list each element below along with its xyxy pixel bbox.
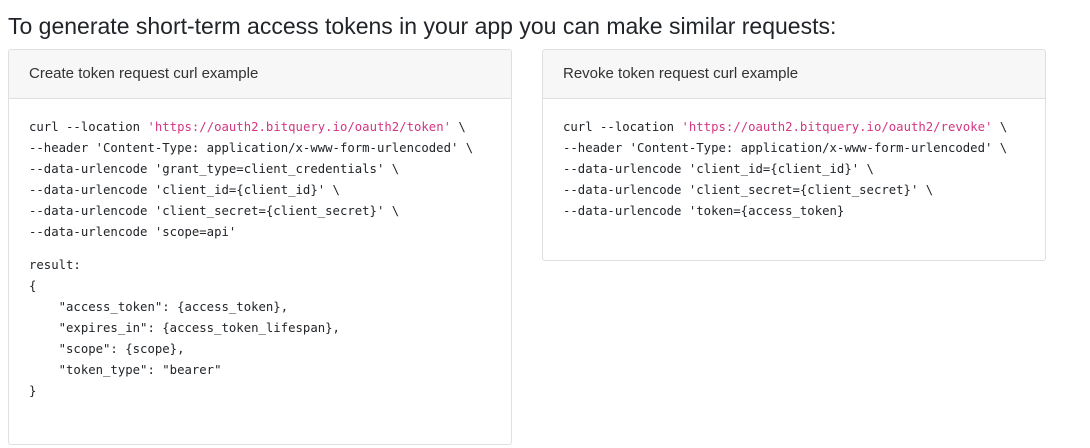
revoke-token-code-block[interactable]: curl --location 'https://oauth2.bitquery… xyxy=(563,117,1025,222)
code-line: --data-urlencode 'client_secret={client_… xyxy=(29,204,400,218)
curl-command: curl --location xyxy=(563,120,682,134)
code-line: --data-urlencode 'client_id={client_id}'… xyxy=(563,162,874,176)
line-continuation: \ xyxy=(992,120,1008,134)
revoke-token-url: 'https://oauth2.bitquery.io/oauth2/revok… xyxy=(681,120,993,134)
result-line: "access_token": {access_token}, xyxy=(29,300,289,314)
code-line: --data-urlencode 'grant_type=client_cred… xyxy=(29,162,400,176)
page-heading: To generate short-term access tokens in … xyxy=(8,13,837,39)
revoke-token-card-title: Revoke token request curl example xyxy=(543,50,1045,99)
code-line: --data-urlencode 'token={access_token} xyxy=(563,204,845,218)
code-line: --header 'Content-Type: application/x-ww… xyxy=(563,141,1008,155)
result-line: "token_type": "bearer" xyxy=(29,363,222,377)
result-line: } xyxy=(29,384,37,398)
create-token-card: Create token request curl example curl -… xyxy=(8,49,512,445)
code-gap xyxy=(29,243,491,255)
create-token-card-title: Create token request curl example xyxy=(9,50,511,99)
result-line: result: xyxy=(29,258,81,272)
code-line: --header 'Content-Type: application/x-ww… xyxy=(29,141,474,155)
create-token-code-block[interactable]: curl --location 'https://oauth2.bitquery… xyxy=(29,117,491,402)
create-token-card-body: curl --location 'https://oauth2.bitquery… xyxy=(9,99,511,402)
line-continuation: \ xyxy=(451,120,466,134)
code-line: --data-urlencode 'client_id={client_id}'… xyxy=(29,183,340,197)
result-line: "scope": {scope}, xyxy=(29,342,185,356)
revoke-token-card: Revoke token request curl example curl -… xyxy=(542,49,1046,261)
code-line: --data-urlencode 'scope=api' xyxy=(29,225,237,239)
curl-command: curl --location xyxy=(29,120,148,134)
create-token-url: 'https://oauth2.bitquery.io/oauth2/token… xyxy=(147,120,452,134)
code-line: --data-urlencode 'client_secret={client_… xyxy=(563,183,934,197)
result-line: { xyxy=(29,279,37,293)
revoke-token-card-body: curl --location 'https://oauth2.bitquery… xyxy=(543,99,1045,222)
result-line: "expires_in": {access_token_lifespan}, xyxy=(29,321,340,335)
